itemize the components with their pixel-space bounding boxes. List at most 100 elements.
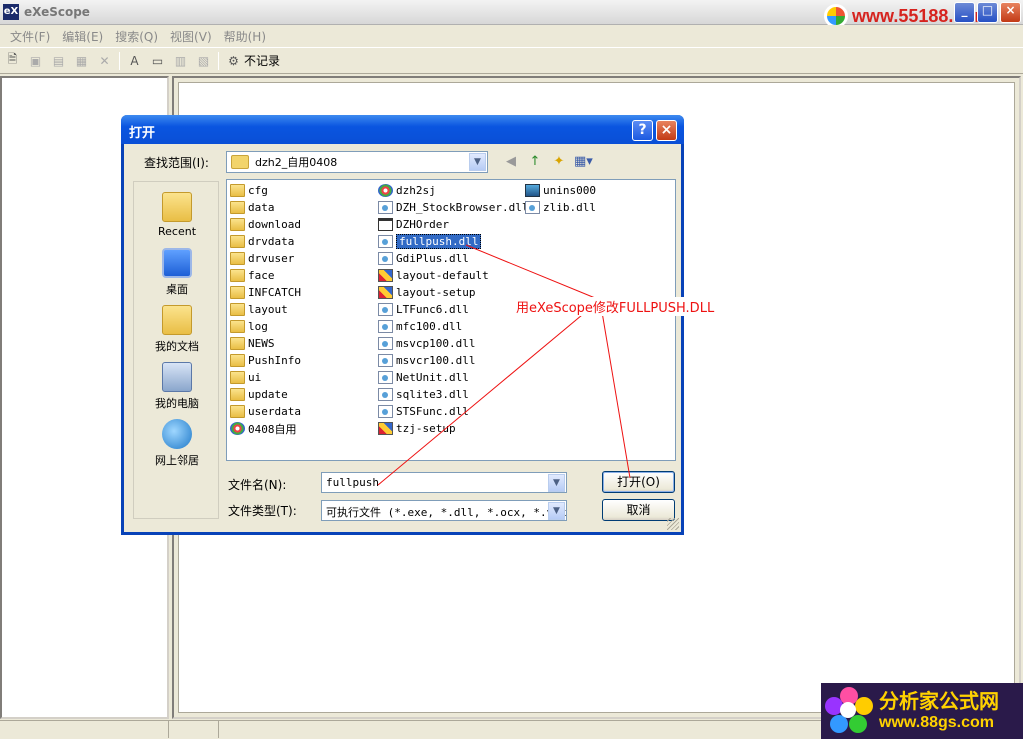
- file-item[interactable]: LTFunc6.dll: [378, 301, 528, 318]
- view-menu-icon[interactable]: ▦▾: [574, 153, 593, 171]
- annotation-label: 用eXeScope修改FULLPUSH.DLL: [514, 297, 717, 316]
- file-item[interactable]: face: [230, 267, 301, 284]
- exe-icon: [378, 269, 393, 282]
- file-item[interactable]: layout: [230, 301, 301, 318]
- file-type-select[interactable]: 可执行文件 (*.exe, *.dll, *.ocx, *.vbx ▼: [321, 500, 567, 521]
- chevron-down-icon[interactable]: ▼: [548, 474, 565, 492]
- folder-icon: [230, 371, 245, 384]
- dialog-nav-toolbar: ◀ ↑ ✦ ▦▾: [502, 153, 593, 171]
- file-item[interactable]: NEWS: [230, 335, 301, 352]
- minimize-button[interactable]: _: [954, 2, 975, 23]
- file-name-input[interactable]: fullpush ▼: [321, 472, 567, 493]
- menu-search[interactable]: 搜索(Q): [109, 25, 164, 46]
- places-bar: Recent 桌面 我的文档 我的电脑 网上邻居: [133, 181, 219, 519]
- file-item[interactable]: GdiPlus.dll: [378, 250, 528, 267]
- up-folder-icon[interactable]: ↑: [526, 153, 544, 171]
- dialog-res-icon[interactable]: ▭: [149, 52, 166, 69]
- dialog-close-button[interactable]: ×: [656, 120, 677, 141]
- file-item[interactable]: DZHOrder: [378, 216, 528, 233]
- file-item[interactable]: cfg: [230, 182, 301, 199]
- save-icon[interactable]: ▣: [27, 52, 44, 69]
- folder-icon: [230, 388, 245, 401]
- menu-file[interactable]: 文件(F): [4, 25, 56, 46]
- menu-view[interactable]: 视图(V): [164, 25, 218, 46]
- menu-edit[interactable]: 编辑(E): [56, 25, 109, 46]
- folder-icon: [230, 269, 245, 282]
- menu-help[interactable]: 帮助(H): [218, 25, 272, 46]
- file-item[interactable]: log: [230, 318, 301, 335]
- save-as-icon[interactable]: ▤: [50, 52, 67, 69]
- file-item[interactable]: drvuser: [230, 250, 301, 267]
- place-my-documents[interactable]: 我的文档: [134, 305, 220, 354]
- dll-icon: [378, 303, 393, 316]
- place-recent[interactable]: Recent: [134, 192, 220, 238]
- file-item[interactable]: sqlite3.dll: [378, 386, 528, 403]
- file-item[interactable]: PushInfo: [230, 352, 301, 369]
- file-item[interactable]: dzh2sj: [378, 182, 528, 199]
- bitmap-icon[interactable]: ▥: [172, 52, 189, 69]
- flower-logo-icon: [825, 687, 873, 735]
- file-name: LTFunc6.dll: [396, 303, 469, 316]
- place-desktop[interactable]: 桌面: [134, 248, 220, 297]
- maximize-button[interactable]: □: [977, 2, 998, 23]
- network-globe-icon: [162, 419, 192, 449]
- file-name: 0408自用: [248, 422, 297, 436]
- open-file-icon[interactable]: 🗎: [4, 52, 21, 69]
- new-folder-icon[interactable]: ✦: [550, 153, 568, 171]
- app-icon: eX: [3, 4, 19, 20]
- dialog-title-bar: 打开 ? ×: [121, 115, 684, 144]
- place-network[interactable]: 网上邻居: [134, 419, 220, 468]
- file-item[interactable]: msvcr100.dll: [378, 352, 528, 369]
- watermark-text: 分析家公式网 www.88gs.com: [879, 689, 999, 733]
- chevron-down-icon[interactable]: ▼: [548, 502, 565, 520]
- look-in-combo[interactable]: dzh2_自用0408 ▼: [226, 151, 488, 173]
- file-item[interactable]: fullpush.dll: [378, 233, 528, 250]
- file-item[interactable]: tzj-setup: [378, 420, 528, 437]
- chevron-down-icon[interactable]: ▼: [469, 153, 486, 171]
- file-item[interactable]: drvdata: [230, 233, 301, 250]
- file-item[interactable]: msvcp100.dll: [378, 335, 528, 352]
- close-button[interactable]: ×: [1000, 2, 1021, 23]
- file-item[interactable]: 0408自用: [230, 420, 301, 437]
- dll-icon: [378, 354, 393, 367]
- file-item[interactable]: download: [230, 216, 301, 233]
- file-item[interactable]: STSFunc.dll: [378, 403, 528, 420]
- folder-icon: [230, 405, 245, 418]
- file-name: INFCATCH: [248, 286, 301, 299]
- file-item[interactable]: mfc100.dll: [378, 318, 528, 335]
- no-record-button[interactable]: ⚙ 不记录: [225, 52, 280, 69]
- open-button[interactable]: 打开(O): [602, 471, 675, 493]
- font-icon[interactable]: A: [126, 52, 143, 69]
- folder-icon: [230, 286, 245, 299]
- file-item[interactable]: zlib.dll: [525, 199, 596, 216]
- export-icon[interactable]: ▦: [73, 52, 90, 69]
- file-item[interactable]: data: [230, 199, 301, 216]
- import-icon[interactable]: ✕: [96, 52, 113, 69]
- file-type-label: 文件类型(T):: [228, 504, 297, 518]
- help-button[interactable]: ?: [632, 120, 653, 141]
- cancel-button[interactable]: 取消: [602, 499, 675, 521]
- place-my-computer[interactable]: 我的电脑: [134, 362, 220, 411]
- file-item[interactable]: ui: [230, 369, 301, 386]
- file-column: dzh2sj DZH_StockBrowser.dll DZHOrder fullpu…: [378, 182, 528, 437]
- exe-icon: [378, 286, 393, 299]
- file-item[interactable]: DZH_StockBrowser.dll: [378, 199, 528, 216]
- window-title: eXeScope: [24, 5, 90, 19]
- back-icon[interactable]: ◀: [502, 153, 520, 171]
- file-item[interactable]: unins000: [525, 182, 596, 199]
- file-item[interactable]: NetUnit.dll: [378, 369, 528, 386]
- menu-res-icon[interactable]: ▧: [195, 52, 212, 69]
- file-list[interactable]: cfg data download drvdata drvuser face INFCATC…: [226, 179, 676, 461]
- file-item[interactable]: userdata: [230, 403, 301, 420]
- file-name: data: [248, 201, 275, 214]
- file-name: update: [248, 388, 288, 401]
- setup-icon: [525, 184, 540, 197]
- file-item[interactable]: update: [230, 386, 301, 403]
- look-in-label: 查找范围(I):: [144, 156, 209, 170]
- file-item[interactable]: layout-setup: [378, 284, 528, 301]
- file-item[interactable]: layout-default: [378, 267, 528, 284]
- open-file-dialog: 打开 ? × 查找范围(I): dzh2_自用0408 ▼ ◀ ↑ ✦ ▦▾ R…: [121, 115, 684, 535]
- file-name: layout: [248, 303, 288, 316]
- resize-grip-icon[interactable]: [667, 518, 679, 530]
- file-item[interactable]: INFCATCH: [230, 284, 301, 301]
